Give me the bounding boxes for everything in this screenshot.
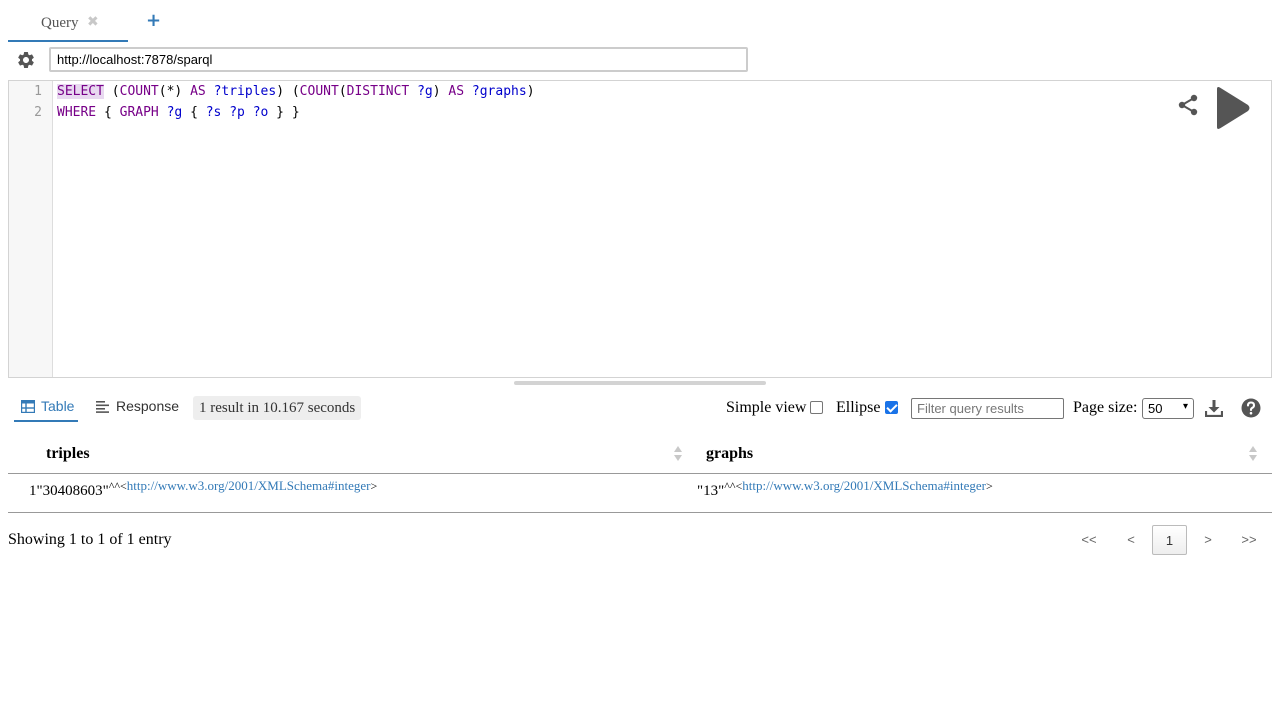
code-line[interactable]: SELECT (COUNT(*) AS ?triples) (COUNT(DIS… xyxy=(57,84,535,99)
table-cell-graphs: "13"^^<http://www.w3.org/2001/XMLSchema#… xyxy=(697,478,993,500)
download-icon[interactable] xyxy=(1205,399,1223,417)
code-token: COUNT xyxy=(119,84,159,99)
datatype-close: > xyxy=(370,479,378,493)
tab-table[interactable]: Table xyxy=(14,396,78,422)
pagination-first[interactable]: << xyxy=(1074,525,1104,555)
ellipse-checkbox[interactable] xyxy=(885,401,898,414)
line-number-gutter: 1 2 xyxy=(9,81,53,377)
pagination-last[interactable]: >> xyxy=(1234,525,1264,555)
page-size-value: 50 xyxy=(1148,401,1163,416)
table-bottom-divider xyxy=(8,512,1272,513)
pagination-page-1[interactable]: 1 xyxy=(1152,525,1187,555)
line-number: 2 xyxy=(34,105,42,120)
code-token: AS xyxy=(448,84,465,99)
play-icon[interactable] xyxy=(1213,86,1251,130)
literal-value: "30408603" xyxy=(36,483,109,499)
code-token: SELECT xyxy=(57,84,104,99)
row-index: 1 xyxy=(29,483,37,499)
tab-query-label: Query xyxy=(41,15,79,31)
sort-icon[interactable] xyxy=(674,446,683,462)
code-token: ( xyxy=(103,84,120,99)
code-token: ) xyxy=(432,84,449,99)
page-size-select[interactable]: 50 ▾ xyxy=(1142,398,1194,419)
tab-response[interactable]: Response xyxy=(96,396,180,422)
code-line[interactable]: WHERE { GRAPH ?g { ?s ?p ?o } } xyxy=(57,105,300,120)
header-divider xyxy=(8,473,1272,474)
gear-icon[interactable] xyxy=(16,50,36,70)
add-tab-button[interactable]: + xyxy=(146,12,161,30)
tab-query[interactable]: Query ✖ xyxy=(8,0,128,42)
simple-view-checkbox[interactable] xyxy=(810,401,823,414)
tab-bar: Query ✖ + xyxy=(8,0,1272,42)
endpoint-input[interactable] xyxy=(49,47,748,72)
page-size-label: Page size: xyxy=(1073,399,1138,416)
datatype-separator: ^^< xyxy=(724,479,743,493)
ellipse-label: Ellipse xyxy=(836,399,881,416)
code-token: COUNT xyxy=(299,84,339,99)
datatype-close: > xyxy=(986,479,993,493)
simple-view-label: Simple view xyxy=(726,399,807,416)
pagination-next[interactable]: > xyxy=(1195,525,1221,555)
literal-value: "13" xyxy=(697,483,725,499)
table-cell-triples: 1"30408603"^^<http://www.w3.org/2001/XML… xyxy=(29,478,377,500)
editor-resize-handle[interactable] xyxy=(514,381,766,385)
column-header-graphs[interactable]: graphs xyxy=(706,445,753,463)
code-token: { xyxy=(182,105,206,120)
share-icon[interactable] xyxy=(1176,93,1200,117)
table-icon xyxy=(21,400,35,413)
code-token: (*) xyxy=(158,84,191,99)
chevron-down-icon: ▾ xyxy=(1182,401,1188,412)
code-token: ?s xyxy=(205,105,222,120)
response-icon xyxy=(96,401,109,413)
code-token: ?triples xyxy=(213,84,277,99)
entries-info: Showing 1 to 1 of 1 entry xyxy=(8,531,172,548)
code-token: ) xyxy=(526,84,535,99)
column-header-triples[interactable]: triples xyxy=(46,445,90,463)
code-token: ?graphs xyxy=(471,84,527,99)
tab-table-label: Table xyxy=(41,398,75,414)
line-number: 1 xyxy=(34,84,42,99)
datatype-separator: ^^< xyxy=(108,479,127,493)
code-token: ?o xyxy=(252,105,269,120)
close-icon[interactable]: ✖ xyxy=(87,14,99,30)
filter-input[interactable] xyxy=(911,398,1064,419)
code-token: WHERE xyxy=(57,105,97,120)
result-count-badge: 1 result in 10.167 seconds xyxy=(193,396,362,420)
datatype-link[interactable]: http://www.w3.org/2001/XMLSchema#integer xyxy=(127,478,371,493)
pagination-previous[interactable]: < xyxy=(1118,525,1144,555)
code-token: DISTINCT xyxy=(346,84,410,99)
code-token: ) ( xyxy=(276,84,300,99)
datatype-link[interactable]: http://www.w3.org/2001/XMLSchema#integer xyxy=(742,478,986,493)
code-token: { xyxy=(96,105,120,120)
code-token: ?g xyxy=(166,105,183,120)
code-token: GRAPH xyxy=(119,105,159,120)
help-icon[interactable] xyxy=(1241,398,1261,418)
code-token: ?g xyxy=(417,84,433,99)
query-editor[interactable]: 1 2 SELECT (COUNT(*) AS ?triples) (COUNT… xyxy=(8,80,1272,378)
code-token: ?p xyxy=(229,105,245,120)
sort-icon[interactable] xyxy=(1249,446,1258,462)
code-token: ( xyxy=(338,84,347,99)
tab-response-label: Response xyxy=(116,398,180,414)
code-token: } } xyxy=(268,105,300,120)
code-token: AS xyxy=(190,84,206,99)
